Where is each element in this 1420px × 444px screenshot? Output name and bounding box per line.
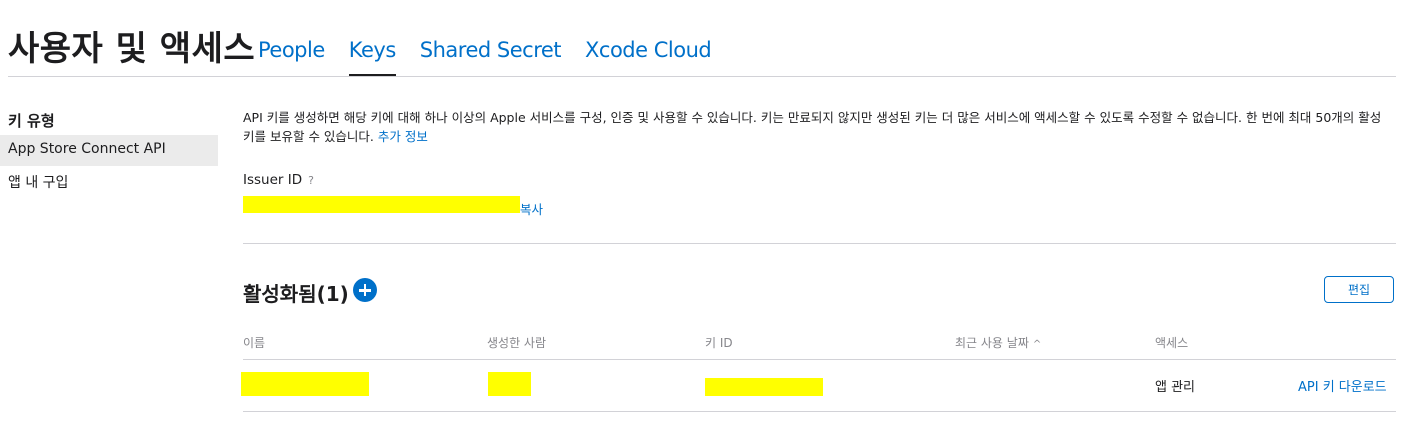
main-content: API 키를 생성하면 해당 키에 대해 하나 이상의 Apple 서비스를 구… [241,108,1396,412]
page-header: 사용자 및 액세스 People Keys Shared Secret Xcod… [8,0,1396,77]
sidebar-item-in-app-purchase[interactable]: 앱 내 구입 [0,166,218,197]
issuer-id-label: Issuer ID? [243,172,314,188]
key-id-redacted [705,378,823,396]
tab-xcode-cloud[interactable]: Xcode Cloud [585,38,712,62]
help-icon[interactable]: ? [308,174,314,187]
more-info-link[interactable]: 추가 정보 [378,129,428,144]
column-header-last-used-label: 최근 사용 날짜 [955,336,1029,350]
tab-shared-secret[interactable]: Shared Secret [420,38,562,62]
access-value: 앱 관리 [1155,380,1196,395]
column-header-key-id[interactable]: 키 ID [705,334,733,351]
column-header-last-used[interactable]: 최근 사용 날짜 ^ [955,334,1041,351]
sidebar-item-app-store-connect-api[interactable]: App Store Connect API [0,135,218,166]
section-divider [243,243,1396,244]
download-api-key-link[interactable]: API 키 다운로드 [1298,376,1387,395]
created-by-redacted [488,372,531,396]
keys-description: API 키를 생성하면 해당 키에 대해 하나 이상의 Apple 서비스를 구… [243,108,1393,146]
tab-keys[interactable]: Keys [348,38,396,76]
edit-button[interactable]: 편집 [1324,276,1394,303]
copy-issuer-id-link[interactable]: 복사 [520,199,543,218]
issuer-id-value-redacted [243,196,520,213]
table-header-divider [243,359,1396,360]
tab-bar: People Keys Shared Secret Xcode Cloud [258,38,735,76]
sort-ascending-icon: ^ [1032,339,1042,350]
column-header-name[interactable]: 이름 [243,334,265,351]
sidebar-heading: 키 유형 [8,112,55,130]
key-name-redacted [241,372,369,396]
active-keys-title: 활성화됨(1) [243,282,349,306]
column-header-created-by[interactable]: 생성한 사람 [487,334,546,351]
issuer-id-label-text: Issuer ID [243,172,303,188]
page-title: 사용자 및 액세스 [8,29,256,69]
column-header-access: 액세스 [1155,336,1189,350]
table-row-divider [243,411,1396,412]
sidebar: 키 유형 App Store Connect API 앱 내 구입 [0,106,218,197]
tab-people[interactable]: People [258,38,325,62]
add-key-button[interactable] [353,278,377,302]
